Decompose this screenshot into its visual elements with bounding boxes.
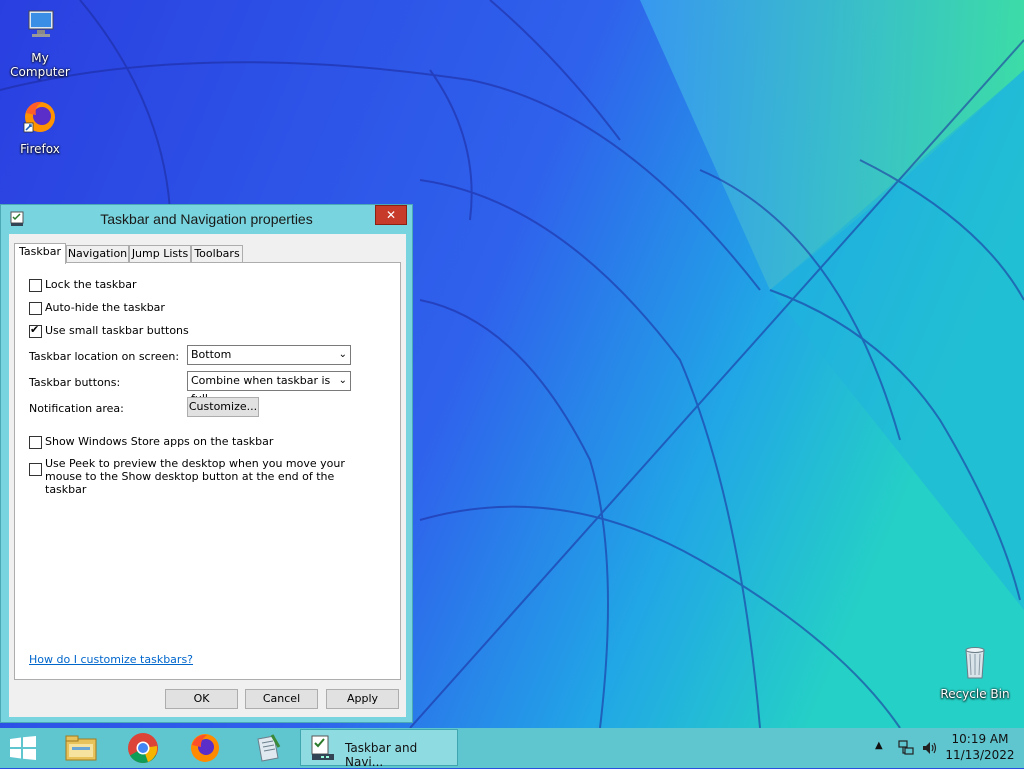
close-icon: ✕ bbox=[385, 208, 397, 222]
taskbar-task-properties[interactable]: Taskbar and Navi... bbox=[300, 729, 458, 769]
location-dropdown[interactable]: Bottom ⌄ bbox=[187, 345, 351, 365]
tab-navigation[interactable]: Navigation bbox=[66, 245, 129, 262]
dialog-titlebar[interactable]: Taskbar and Navigation properties ✕ bbox=[1, 205, 412, 233]
store-apps-label: Show Windows Store apps on the taskbar bbox=[45, 435, 274, 448]
firefox-icon[interactable] bbox=[189, 732, 221, 764]
ok-button[interactable]: OK bbox=[165, 689, 238, 709]
file-explorer-icon[interactable] bbox=[64, 733, 98, 763]
desktop-icon-label: Firefox bbox=[20, 142, 60, 156]
firefox-icon bbox=[23, 101, 55, 133]
lock-taskbar-option[interactable]: Lock the taskbar bbox=[29, 278, 137, 292]
peek-checkbox[interactable] bbox=[29, 463, 42, 476]
lock-taskbar-label: Lock the taskbar bbox=[45, 278, 137, 291]
location-value: Bottom bbox=[191, 348, 232, 361]
desktop-icon-label: My Computer bbox=[10, 51, 70, 79]
network-icon[interactable] bbox=[897, 739, 915, 757]
start-icon[interactable] bbox=[8, 736, 38, 760]
autohide-taskbar-checkbox[interactable] bbox=[29, 302, 42, 315]
volume-icon[interactable] bbox=[921, 739, 939, 757]
customize-button[interactable]: Customize... bbox=[187, 397, 259, 417]
buttons-label: Taskbar buttons: bbox=[29, 376, 121, 389]
clock-time: 10:19 AM bbox=[951, 732, 1009, 746]
small-buttons-option[interactable]: Use small taskbar buttons bbox=[29, 323, 189, 338]
system-clock[interactable]: 10:19 AM 11/13/2022 bbox=[944, 731, 1016, 763]
tab-jump-lists[interactable]: Jump Lists bbox=[129, 245, 191, 262]
autohide-taskbar-label: Auto-hide the taskbar bbox=[45, 301, 165, 314]
computer-icon bbox=[28, 10, 54, 37]
store-apps-checkbox[interactable] bbox=[29, 436, 42, 449]
show-hidden-icons-chevron-up-icon[interactable]: ▲ bbox=[875, 740, 883, 751]
taskbar-properties-icon bbox=[311, 735, 334, 760]
peek-option[interactable]: Use Peek to preview the desktop when you… bbox=[29, 457, 374, 496]
task-label: Taskbar and Navi... bbox=[345, 741, 418, 769]
tab-taskbar[interactable]: Taskbar bbox=[14, 243, 66, 264]
notepad-icon[interactable] bbox=[252, 733, 282, 763]
autohide-taskbar-option[interactable]: Auto-hide the taskbar bbox=[29, 301, 165, 315]
dialog-title: Taskbar and Navigation properties bbox=[100, 211, 313, 227]
apply-button[interactable]: Apply bbox=[326, 689, 399, 709]
desktop-icon-my-computer[interactable]: My Computer bbox=[0, 6, 80, 79]
taskbar: Taskbar and Navi... ▲ 10:19 AM 11/13/202… bbox=[0, 728, 1024, 769]
desktop-icon-firefox[interactable]: Firefox bbox=[0, 97, 80, 156]
lock-taskbar-checkbox[interactable] bbox=[29, 279, 42, 292]
store-apps-option[interactable]: Show Windows Store apps on the taskbar bbox=[29, 435, 273, 449]
chevron-down-icon: ⌄ bbox=[338, 375, 347, 386]
notification-label: Notification area: bbox=[29, 402, 124, 415]
dialog-client-area: Taskbar Navigation Jump Lists Toolbars L… bbox=[9, 234, 406, 717]
close-button[interactable]: ✕ bbox=[375, 205, 407, 225]
recycle-bin-icon bbox=[965, 647, 985, 679]
buttons-dropdown[interactable]: Combine when taskbar is full ⌄ bbox=[187, 371, 351, 405]
tab-toolbars[interactable]: Toolbars bbox=[191, 245, 243, 262]
cancel-button[interactable]: Cancel bbox=[245, 689, 318, 709]
peek-label: Use Peek to preview the desktop when you… bbox=[45, 457, 345, 496]
desktop-icon-label: Recycle Bin bbox=[940, 687, 1010, 701]
clock-date: 11/13/2022 bbox=[945, 748, 1015, 762]
location-label: Taskbar location on screen: bbox=[29, 350, 180, 363]
small-buttons-checkbox[interactable] bbox=[29, 323, 42, 338]
chrome-icon[interactable] bbox=[127, 732, 159, 764]
desktop-icon-recycle-bin[interactable]: Recycle Bin bbox=[935, 642, 1015, 701]
taskbar-tab-panel: Lock the taskbar Auto-hide the taskbar U… bbox=[14, 262, 401, 680]
help-link[interactable]: How do I customize taskbars? bbox=[29, 653, 193, 666]
small-buttons-label: Use small taskbar buttons bbox=[45, 324, 189, 337]
taskbar-properties-dialog: Taskbar and Navigation properties ✕ Task… bbox=[0, 204, 413, 723]
chevron-down-icon: ⌄ bbox=[338, 349, 347, 360]
